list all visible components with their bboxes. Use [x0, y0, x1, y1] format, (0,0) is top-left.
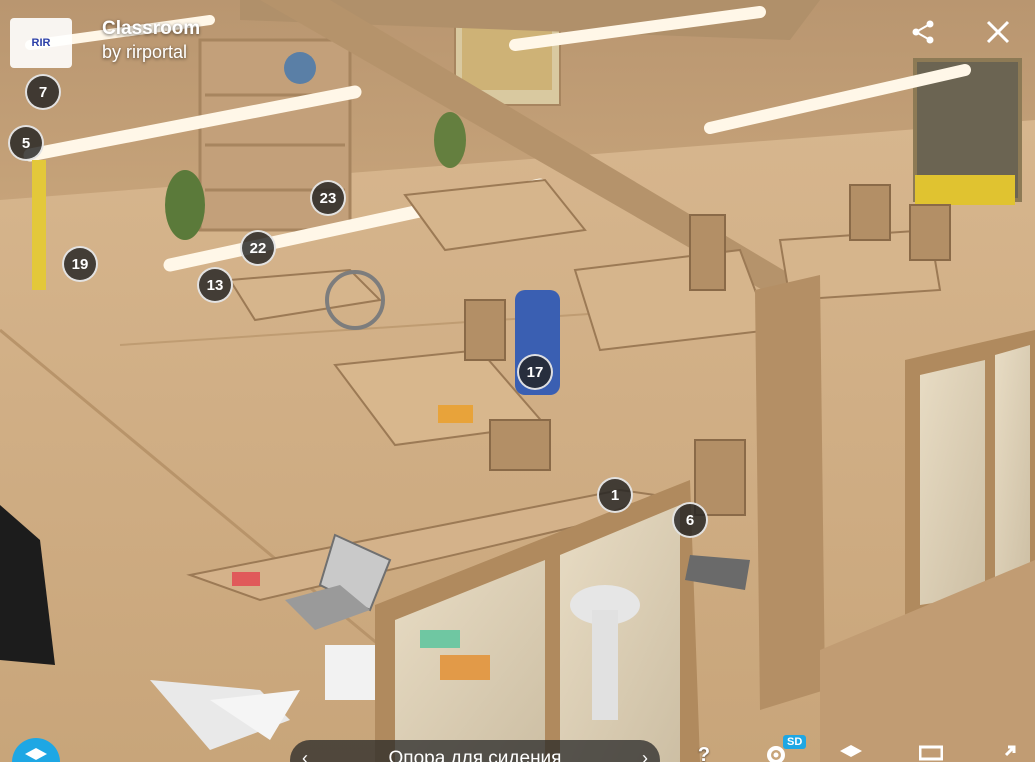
close-button[interactable]	[980, 14, 1016, 50]
book-stack	[440, 655, 490, 680]
annotation-hotspot[interactable]: 6	[672, 502, 708, 538]
help-button[interactable]: ?	[688, 744, 720, 762]
classroom-3d-scene[interactable]	[0, 0, 1035, 762]
share-button[interactable]	[905, 14, 941, 50]
layers-icon	[25, 748, 47, 760]
annotation-hotspot[interactable]: 17	[517, 354, 553, 390]
model-titles: Classroom by rirportal	[102, 18, 200, 64]
annotation-hotspot[interactable]: 5	[8, 125, 44, 161]
theater-mode-button[interactable]	[915, 744, 947, 762]
paper-sheet	[325, 645, 375, 700]
close-icon	[986, 20, 1010, 44]
annotation-hotspot[interactable]: 13	[197, 267, 233, 303]
red-item	[232, 572, 260, 586]
logo-text: RIR	[31, 37, 51, 49]
fullscreen-button[interactable]	[990, 744, 1022, 762]
annotation-hotspot[interactable]: 7	[25, 74, 61, 110]
model-title[interactable]: Classroom	[102, 18, 200, 40]
annotation-label[interactable]: Опора для сидения	[320, 748, 630, 762]
annotation-hotspot[interactable]: 1	[597, 477, 633, 513]
prev-annotation-button[interactable]: ‹	[290, 748, 320, 762]
vr-icon	[840, 745, 862, 757]
vr-button[interactable]	[835, 744, 867, 762]
annotation-hotspot[interactable]: 22	[240, 230, 276, 266]
yellow-pole	[32, 160, 46, 290]
chair	[694, 439, 746, 516]
chair	[849, 184, 891, 241]
globe	[284, 52, 316, 84]
help-icon: ?	[697, 744, 711, 762]
plant	[165, 170, 205, 240]
author-logo[interactable]: RIR	[10, 18, 72, 68]
annotation-hotspot[interactable]: 19	[62, 246, 98, 282]
orange-book	[438, 405, 473, 423]
fullscreen-icon	[1004, 745, 1016, 757]
sketchfab-viewer[interactable]: RIR Classroom by rirportal 7 5 23 22 19 …	[0, 0, 1035, 762]
plant	[434, 112, 466, 168]
theater-icon	[918, 745, 944, 761]
chair	[909, 204, 951, 261]
annotation-navigator: ‹ Опора для сидения ›	[290, 740, 660, 762]
share-icon	[912, 20, 934, 44]
yellow-sign	[915, 175, 1015, 205]
chair	[464, 299, 506, 361]
next-annotation-button[interactable]: ›	[630, 748, 660, 762]
chair	[689, 214, 726, 291]
wooden-post	[755, 275, 825, 710]
annotation-hotspot[interactable]: 23	[310, 180, 346, 216]
model-header: RIR Classroom by rirportal	[10, 18, 200, 68]
green-book	[420, 630, 460, 648]
model-author[interactable]: by rirportal	[102, 40, 200, 64]
chair	[489, 419, 551, 471]
quality-badge[interactable]: SD	[783, 735, 807, 749]
